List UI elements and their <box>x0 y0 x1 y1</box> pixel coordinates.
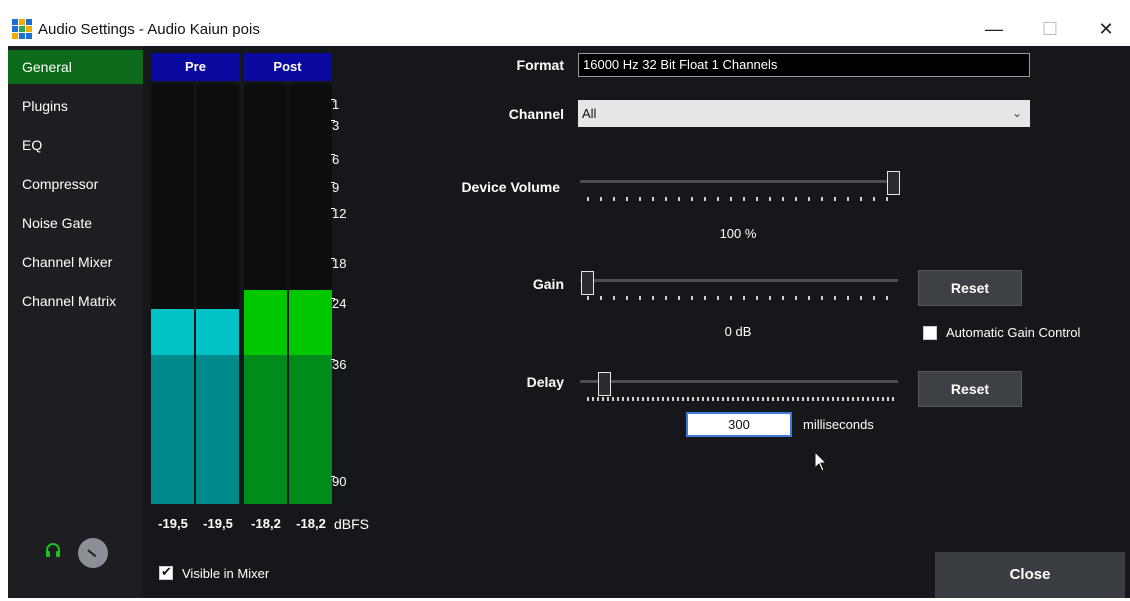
delay-unit-label: milliseconds <box>803 417 874 432</box>
sidebar: General Plugins EQ Compressor Noise Gate… <box>8 46 143 598</box>
scale-mark: 36 <box>330 357 347 372</box>
meter-value: -19,5 <box>203 516 233 531</box>
sidebar-item-plugins[interactable]: Plugins <box>8 89 143 123</box>
device-volume-track[interactable] <box>580 180 898 183</box>
sidebar-item-noise-gate[interactable]: Noise Gate <box>8 206 143 240</box>
device-volume-label: Device Volume <box>461 179 560 195</box>
gain-value: 0 dB <box>724 324 752 339</box>
volume-knob-icon[interactable] <box>78 538 108 568</box>
meter-value: -19,5 <box>158 516 188 531</box>
sidebar-item-eq[interactable]: EQ <box>8 128 143 162</box>
delay-slider-thumb[interactable] <box>598 372 611 396</box>
device-volume-slider-thumb[interactable] <box>887 171 900 195</box>
sidebar-item-channel-mixer[interactable]: Channel Mixer <box>8 245 143 279</box>
maximize-icon[interactable]: ☐ <box>1030 16 1070 42</box>
format-field: 16000 Hz 32 Bit Float 1 Channels <box>578 53 1030 77</box>
chevron-down-icon: ⌄ <box>1011 106 1022 120</box>
scale-mark: 18 <box>330 256 347 271</box>
gain-track[interactable] <box>580 279 898 282</box>
scale-mark: 3 <box>330 118 340 133</box>
delay-track[interactable] <box>580 380 898 383</box>
scale-mark: 1 <box>330 97 340 112</box>
scale-mark: 6 <box>330 152 340 167</box>
scale-mark: 24 <box>330 296 347 311</box>
meter-unit-label: dBFS <box>334 516 370 532</box>
channel-select[interactable]: All ⌄ <box>578 100 1030 127</box>
meter-level <box>289 355 332 504</box>
meter-level <box>151 355 194 504</box>
meter-post-left <box>244 84 287 504</box>
sidebar-item-channel-matrix[interactable]: Channel Matrix <box>8 284 143 318</box>
close-icon[interactable]: ✕ <box>1086 16 1126 42</box>
meter-level <box>196 355 239 504</box>
sidebar-item-compressor[interactable]: Compressor <box>8 167 143 201</box>
dialog-body: General Plugins EQ Compressor Noise Gate… <box>8 46 1130 598</box>
delay-ticks <box>587 397 895 401</box>
mouse-cursor-icon <box>814 451 828 472</box>
gain-reset-button[interactable]: Reset <box>918 270 1022 306</box>
headphone-icon[interactable] <box>45 543 61 557</box>
minimize-icon[interactable]: — <box>974 16 1014 42</box>
delay-label: Delay <box>526 374 564 390</box>
meter-pre-left <box>151 84 194 504</box>
scale-mark: 90 <box>330 474 347 489</box>
channel-select-value: All <box>582 106 597 121</box>
close-button[interactable]: Close <box>935 552 1125 598</box>
meter-peak <box>196 309 239 355</box>
format-label: Format <box>516 57 564 73</box>
meter-value: -18,2 <box>251 516 281 531</box>
agc-checkbox[interactable] <box>923 326 937 340</box>
scale-mark: 12 <box>330 206 347 221</box>
gain-ticks <box>587 296 895 300</box>
device-volume-ticks <box>587 197 895 201</box>
meter-header-post: Post <box>244 53 331 81</box>
visible-in-mixer-checkbox[interactable] <box>159 564 173 580</box>
visible-in-mixer-label: Visible in Mixer <box>182 566 270 581</box>
meter-peak <box>289 290 332 355</box>
sidebar-item-general[interactable]: General <box>8 50 143 84</box>
gain-slider-thumb[interactable] <box>581 271 594 295</box>
gain-label: Gain <box>532 276 564 292</box>
scale-mark: 9 <box>330 180 340 195</box>
delay-input[interactable]: 300 <box>686 412 792 437</box>
meter-header-pre: Pre <box>151 53 240 81</box>
app-grid-icon <box>12 19 32 39</box>
agc-label: Automatic Gain Control <box>946 325 1081 340</box>
delay-reset-button[interactable]: Reset <box>918 371 1022 407</box>
meter-value: -18,2 <box>296 516 326 531</box>
meter-peak <box>244 290 287 355</box>
window-title: Audio Settings - Audio Kaiun pois <box>38 21 260 38</box>
device-volume-value: 100 % <box>719 226 757 241</box>
meter-peak <box>151 309 194 355</box>
title-bar: Audio Settings - Audio Kaiun pois — ☐ ✕ <box>8 12 1130 46</box>
meter-level <box>244 355 287 504</box>
meter-post-right <box>289 84 332 504</box>
meter-pre-right <box>196 84 239 504</box>
channel-label: Channel <box>508 106 564 122</box>
